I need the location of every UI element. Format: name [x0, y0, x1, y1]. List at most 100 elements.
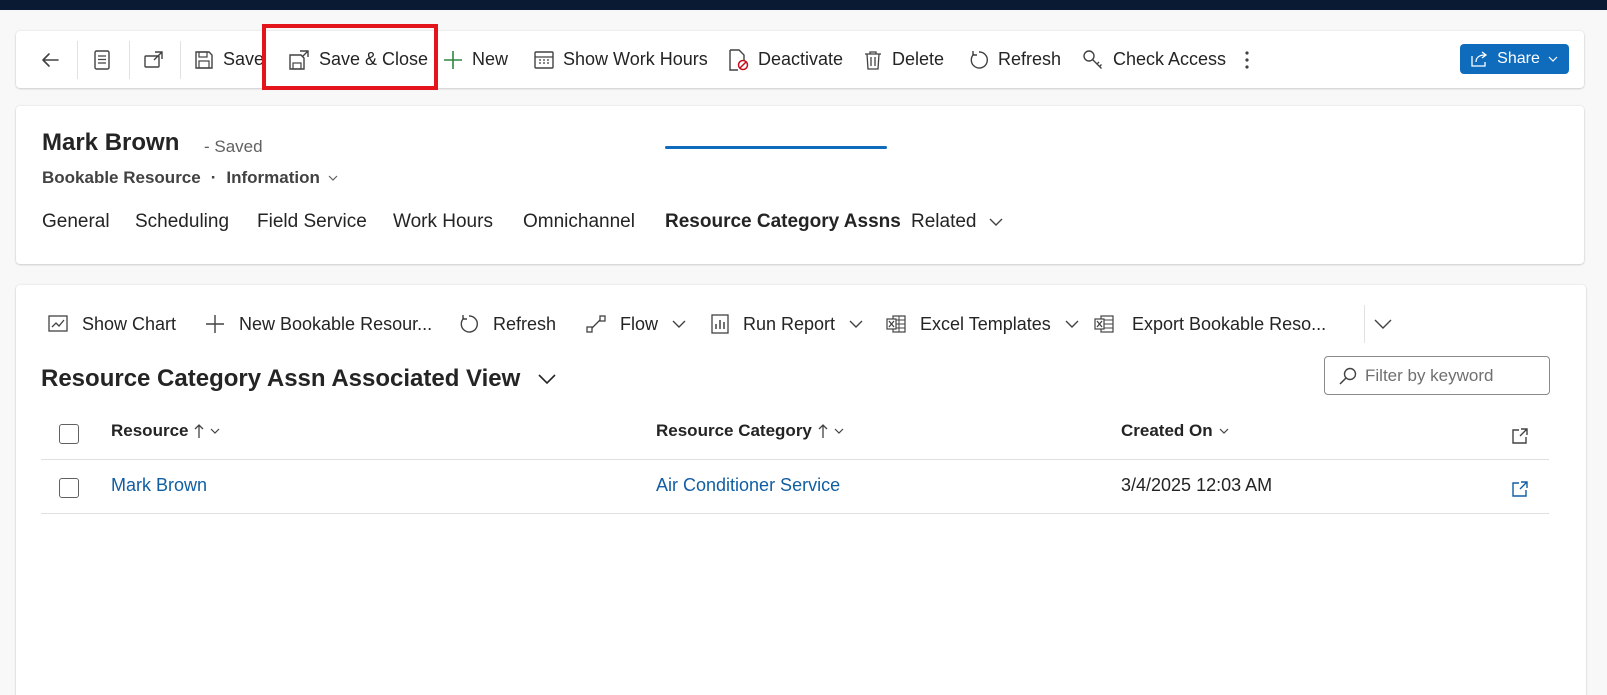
excel-icon — [1094, 315, 1114, 333]
separator-dot: · — [210, 168, 217, 187]
refresh-icon — [460, 315, 478, 333]
chevron-down-icon — [538, 374, 556, 384]
more-vertical-icon — [1245, 50, 1249, 69]
divider — [129, 41, 130, 79]
key-icon — [1083, 49, 1102, 69]
column-header-resource-category[interactable]: Resource Category — [656, 421, 844, 441]
column-header-created-on[interactable]: Created On — [1121, 421, 1229, 441]
open-in-new-window-button[interactable] — [1512, 428, 1528, 449]
select-all-checkbox[interactable] — [59, 424, 79, 444]
back-arrow-icon — [42, 52, 59, 67]
excel-templates-label: Excel Templates — [920, 313, 1051, 334]
save-label: Save — [223, 49, 265, 69]
open-in-new-window-button[interactable] — [144, 31, 164, 88]
delete-button[interactable]: Delete — [863, 31, 944, 88]
more-subgrid-commands-button[interactable] — [1374, 302, 1392, 346]
back-button[interactable] — [39, 31, 61, 88]
tab-work-hours[interactable]: Work Hours — [393, 211, 493, 233]
sort-ascending-icon — [195, 424, 204, 438]
export-bookable-resource-button[interactable]: Export Bookable Reso... — [1094, 302, 1326, 346]
chevron-down-icon — [211, 428, 220, 434]
row-divider — [41, 513, 1549, 514]
divider — [77, 41, 78, 79]
refresh-button[interactable]: Refresh — [969, 31, 1061, 88]
tab-omnichannel[interactable]: Omnichannel — [523, 211, 635, 233]
record-header: Mark Brown - Saved Bookable Resource · I… — [16, 106, 1584, 264]
tab-related-label: Related — [911, 211, 977, 232]
deactivate-icon — [729, 48, 749, 71]
column-header-label: Resource Category — [656, 421, 812, 440]
chevron-down-icon — [1374, 319, 1392, 329]
open-record-icon — [1512, 428, 1528, 444]
share-button[interactable]: Share — [1460, 44, 1569, 74]
open-record-icon — [1512, 481, 1528, 497]
view-selector[interactable]: Resource Category Assn Associated View — [41, 365, 556, 393]
column-header-label: Created On — [1121, 421, 1213, 440]
check-access-button[interactable]: Check Access — [1082, 31, 1226, 88]
new-button[interactable]: New — [443, 31, 508, 88]
record-title: Mark Brown — [42, 129, 180, 156]
show-chart-label: Show Chart — [82, 313, 177, 334]
subgrid-refresh-button[interactable]: Refresh — [459, 302, 556, 346]
command-bar: Save Save & Close New Show Work Hours De… — [16, 31, 1584, 88]
flow-label: Flow — [620, 313, 659, 334]
show-work-hours-button[interactable]: Show Work Hours — [534, 31, 708, 88]
entity-name: Bookable Resource — [42, 168, 201, 187]
form-selector[interactable]: Information — [226, 168, 338, 188]
chevron-down-icon — [1065, 320, 1079, 328]
save-button[interactable]: Save — [194, 31, 264, 88]
divider — [1364, 305, 1365, 343]
filter-input[interactable] — [1365, 365, 1545, 386]
search-icon — [1339, 367, 1357, 385]
resource-category-link[interactable]: Air Conditioner Service — [656, 475, 840, 496]
new-bookable-resource-button[interactable]: New Bookable Resour... — [205, 302, 432, 346]
refresh-label: Refresh — [998, 49, 1062, 69]
export-bookable-resource-label: Export Bookable Reso... — [1132, 313, 1327, 334]
filter-search-box — [1324, 356, 1550, 395]
tab-field-service[interactable]: Field Service — [257, 211, 367, 233]
resource-link[interactable]: Mark Brown — [111, 475, 207, 496]
active-tab-indicator — [665, 146, 887, 149]
run-report-menu-button[interactable]: Run Report — [711, 302, 863, 346]
excel-icon — [886, 315, 906, 333]
refresh-icon — [970, 50, 988, 69]
sort-ascending-icon — [818, 424, 828, 438]
plus-icon — [444, 50, 462, 69]
deactivate-button[interactable]: Deactivate — [727, 31, 843, 88]
show-chart-button[interactable]: Show Chart — [48, 302, 176, 346]
form-icon — [94, 49, 110, 70]
record-subtitle: Bookable Resource · Information — [42, 168, 338, 188]
tab-related[interactable]: Related — [911, 211, 1003, 233]
form-selector-button[interactable] — [94, 31, 110, 88]
excel-templates-menu-button[interactable]: Excel Templates — [886, 302, 1079, 346]
row-checkbox[interactable] — [59, 478, 79, 498]
save-status: - Saved — [204, 137, 263, 156]
top-navigation-bar — [0, 0, 1607, 10]
flow-menu-button[interactable]: Flow — [586, 302, 686, 346]
report-icon — [711, 314, 729, 334]
chart-icon — [48, 315, 68, 332]
save-icon — [195, 50, 213, 69]
tab-resource-category-assns[interactable]: Resource Category Assns — [665, 211, 901, 233]
tab-scheduling[interactable]: Scheduling — [135, 211, 229, 233]
flow-icon — [586, 315, 606, 333]
chevron-down-icon — [834, 428, 844, 434]
calendar-icon — [534, 50, 554, 69]
pop-out-icon — [144, 50, 163, 68]
chevron-down-icon — [849, 320, 863, 328]
new-bookable-resource-label: New Bookable Resour... — [239, 313, 433, 334]
column-header-resource[interactable]: Resource — [111, 421, 220, 441]
delete-label: Delete — [892, 49, 945, 69]
view-title: Resource Category Assn Associated View — [41, 365, 521, 392]
chevron-down-icon — [328, 175, 338, 181]
chevron-down-icon — [672, 320, 686, 328]
open-row-button[interactable] — [1512, 481, 1528, 502]
subgrid-refresh-label: Refresh — [493, 313, 557, 334]
tab-general[interactable]: General — [42, 211, 110, 233]
new-label: New — [472, 49, 509, 69]
check-access-label: Check Access — [1113, 49, 1227, 69]
chevron-down-icon — [1548, 56, 1558, 62]
chevron-down-icon — [989, 218, 1002, 226]
share-label: Share — [1497, 50, 1540, 67]
more-commands-button[interactable] — [1244, 31, 1250, 88]
